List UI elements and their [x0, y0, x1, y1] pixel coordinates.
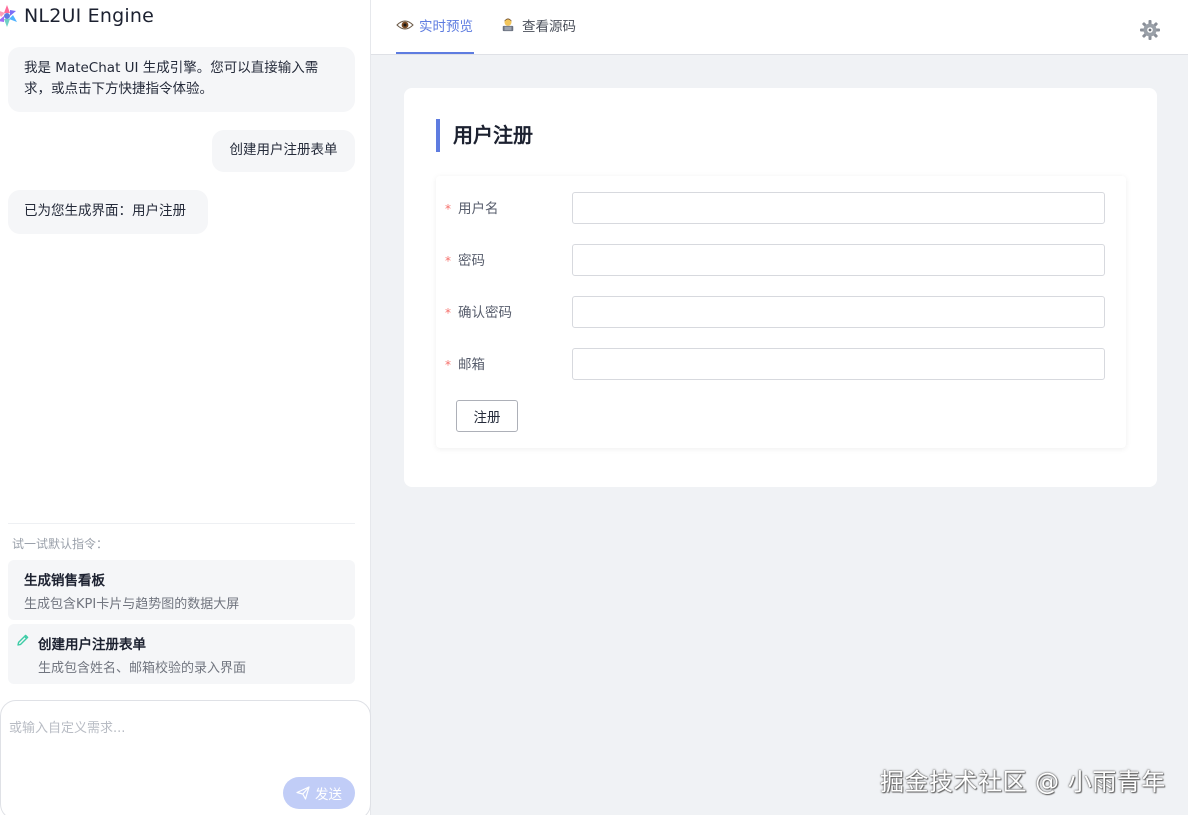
brand-header: NL2UI Engine — [0, 3, 154, 29]
suggestion-title: 生成销售看板 — [24, 573, 105, 589]
field-label: * 用户名 — [445, 201, 499, 217]
send-button[interactable]: 发送 — [283, 777, 355, 809]
tab-bar: 实时预览 查看源码 — [371, 0, 1188, 55]
paper-plane-icon — [296, 786, 310, 800]
technologist-icon — [502, 18, 514, 32]
password-input[interactable] — [572, 244, 1105, 276]
custom-request-input[interactable] — [9, 717, 349, 757]
suggestion-title: 创建用户注册表单 — [38, 637, 146, 653]
suggestions-label: 试一试默认指令： — [12, 537, 109, 551]
watermark: 掘金技术社区 @ 小雨青年 — [880, 768, 1166, 796]
preview-panel: 实时预览 查看源码 用户注册 * 用户名 * 密码 * 确认密码 * 邮箱 注册… — [371, 0, 1188, 815]
eye-icon — [396, 20, 414, 30]
required-mark: * — [445, 254, 451, 268]
register-form: * 用户名 * 密码 * 确认密码 * 邮箱 注册 — [436, 176, 1126, 448]
assistant-message: 我是 MateChat UI 生成引擎。您可以直接输入需求，或点击下方快捷指令体… — [8, 47, 355, 112]
field-label: * 密码 — [445, 253, 485, 269]
assistant-message: 已为您生成界面：用户注册 — [8, 190, 208, 234]
form-row-email: * 邮箱 — [436, 348, 1126, 380]
form-row-username: * 用户名 — [436, 192, 1126, 224]
form-row-confirm-password: * 确认密码 — [436, 296, 1126, 328]
field-label: * 邮箱 — [445, 357, 485, 373]
gear-icon[interactable] — [1139, 19, 1161, 41]
chat-panel: NL2UI Engine 我是 MateChat UI 生成引擎。您可以直接输入… — [0, 0, 371, 815]
required-mark: * — [445, 358, 451, 372]
confirm-password-input[interactable] — [572, 296, 1105, 328]
tab-label: 实时预览 — [419, 19, 473, 35]
required-mark: * — [445, 306, 451, 320]
email-input[interactable] — [572, 348, 1105, 380]
divider — [8, 523, 355, 524]
tab-view-source[interactable]: 查看源码 — [499, 14, 576, 36]
suggestion-desc: 生成包含姓名、邮箱校验的录入界面 — [38, 661, 247, 676]
app-title: NL2UI Engine — [24, 5, 154, 27]
matechat-logo-icon — [0, 5, 17, 27]
form-title: 用户注册 — [436, 119, 533, 152]
field-label: * 确认密码 — [445, 305, 512, 321]
tab-live-preview[interactable]: 实时预览 — [396, 14, 473, 36]
active-tab-indicator — [396, 52, 474, 54]
username-input[interactable] — [572, 192, 1105, 224]
user-message: 创建用户注册表单 — [212, 130, 355, 172]
preview-canvas: 用户注册 * 用户名 * 密码 * 确认密码 * 邮箱 注册 — [404, 88, 1157, 487]
tab-label: 查看源码 — [522, 19, 576, 35]
pencil-icon — [17, 634, 29, 646]
register-button[interactable]: 注册 — [456, 400, 518, 432]
suggestion-desc: 生成包含KPI卡片与趋势图的数据大屏 — [24, 597, 240, 612]
send-label: 发送 — [315, 787, 342, 803]
suggestion-card-sales-dashboard[interactable]: 生成销售看板 生成包含KPI卡片与趋势图的数据大屏 — [8, 560, 355, 620]
form-row-password: * 密码 — [436, 244, 1126, 276]
suggestion-card-register-form[interactable]: 创建用户注册表单 生成包含姓名、邮箱校验的录入界面 — [8, 624, 355, 684]
chat-input-area: 发送 — [0, 700, 371, 815]
required-mark: * — [445, 202, 451, 216]
